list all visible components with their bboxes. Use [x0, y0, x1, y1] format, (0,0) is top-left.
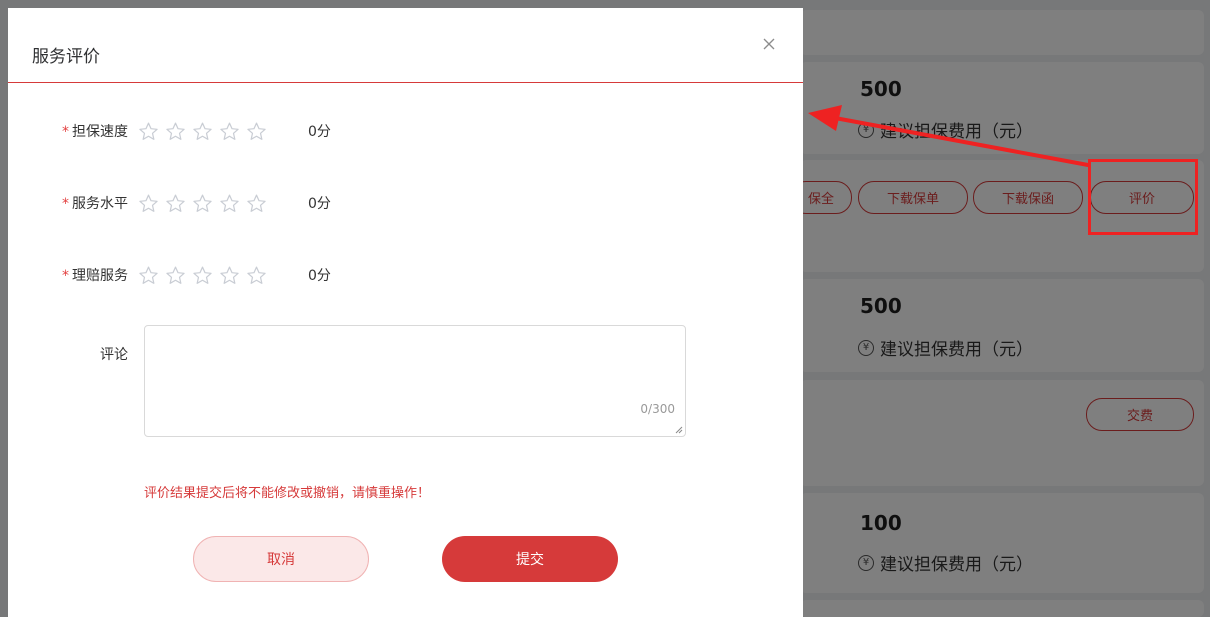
star-rating [138, 121, 267, 142]
rating-label: * 理赔服务 [8, 265, 138, 285]
star-icon[interactable] [192, 265, 213, 286]
service-rating-dialog: 服务评价 * 担保速度 0分 * 服务水平 0分 * 理赔服务 0分 评论 0/… [8, 8, 803, 617]
close-icon[interactable] [761, 36, 777, 52]
rating-row-service-level: * 服务水平 0分 [8, 191, 331, 215]
star-icon[interactable] [192, 193, 213, 214]
star-icon[interactable] [246, 265, 267, 286]
star-icon[interactable] [165, 121, 186, 142]
star-icon[interactable] [138, 265, 159, 286]
star-icon[interactable] [219, 193, 240, 214]
rating-label-text: 担保速度 [72, 124, 128, 140]
rating-label: * 担保速度 [8, 121, 138, 141]
rating-score: 0分 [308, 124, 331, 140]
star-icon[interactable] [138, 193, 159, 214]
comment-textarea[interactable] [145, 326, 685, 436]
star-icon[interactable] [219, 121, 240, 142]
rating-row-guarantee-speed: * 担保速度 0分 [8, 119, 331, 143]
comment-box: 0/300 [144, 325, 686, 437]
comment-label: 评论 [100, 347, 128, 363]
rating-score: 0分 [308, 196, 331, 212]
star-icon[interactable] [165, 193, 186, 214]
cancel-button[interactable]: 取消 [193, 536, 369, 582]
rating-label-text: 服务水平 [72, 196, 128, 212]
rating-score: 0分 [308, 268, 331, 284]
rating-label: * 服务水平 [8, 193, 138, 213]
rating-label-text: 理赔服务 [72, 268, 128, 284]
star-rating [138, 265, 267, 286]
star-rating [138, 193, 267, 214]
star-icon[interactable] [138, 121, 159, 142]
required-mark: * [62, 196, 69, 212]
star-icon[interactable] [192, 121, 213, 142]
star-icon[interactable] [246, 121, 267, 142]
warning-text: 评价结果提交后将不能修改或撤销，请慎重操作！ [144, 486, 431, 501]
resize-grip-icon[interactable] [675, 426, 683, 434]
dialog-header: 服务评价 [8, 8, 803, 83]
submit-button[interactable]: 提交 [442, 536, 618, 582]
star-icon[interactable] [219, 265, 240, 286]
star-icon[interactable] [165, 265, 186, 286]
comment-char-counter: 0/300 [640, 402, 675, 416]
star-icon[interactable] [246, 193, 267, 214]
rating-row-claim-service: * 理赔服务 0分 [8, 263, 331, 287]
required-mark: * [62, 268, 69, 284]
required-mark: * [62, 124, 69, 140]
dialog-title: 服务评价 [32, 47, 100, 67]
